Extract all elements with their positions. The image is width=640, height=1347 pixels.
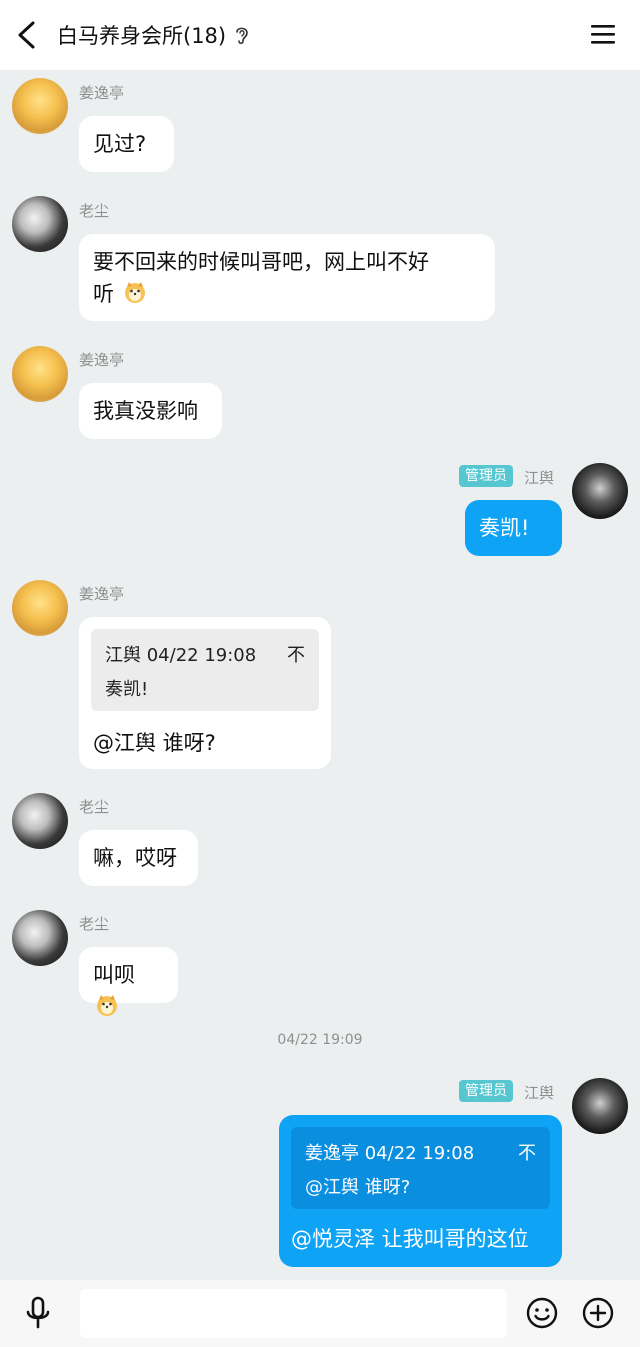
message-bubble[interactable]: 奏凯! [465,500,562,556]
message-text: @江舆 谁呀? [93,731,216,755]
chat-header: 白马养身会所(18) [0,0,640,70]
plus-circle-icon[interactable] [582,1297,614,1329]
quote-body: 奏凯! [105,679,149,700]
quote-body: @江舆 谁呀? [305,1177,411,1198]
message-bubble[interactable]: 我真没影响 [79,383,222,439]
avatar[interactable] [12,346,68,402]
message-text-line-2: 听 [93,278,481,310]
message-text: 见过? [93,132,147,156]
avatar[interactable] [12,78,68,134]
message-text-line: 要不回来的时候叫哥吧，网上叫不好 [93,250,429,274]
admin-badge: 管理员 [459,1080,513,1102]
sender-name: 江舆 [524,469,555,487]
sender-name: 姜逸亭 [79,84,125,102]
smile-icon[interactable] [526,1297,558,1329]
quote-header: 姜逸亭 04/22 19:08 [305,1143,475,1164]
message-input[interactable] [80,1289,507,1338]
quoted-message[interactable]: 江舆 04/22 19:08 奏凯! 不 [91,629,319,711]
avatar[interactable] [12,580,68,636]
message-text: 奏凯! [479,516,530,540]
sender-name: 老尘 [79,915,110,933]
sender-name: 江舆 [524,1084,555,1102]
message-text: 嘛，哎呀 [93,846,177,870]
sender-name: 姜逸亭 [79,585,125,603]
message-bubble[interactable]: 嘛，哎呀 [79,830,198,886]
microphone-icon[interactable] [24,1296,52,1330]
chat-title: 白马养身会所(18) [57,24,227,48]
message-bubble[interactable]: 要不回来的时候叫哥吧，网上叫不好 听 [79,234,495,321]
avatar[interactable] [12,910,68,966]
doge-emoji-icon [124,282,145,303]
message-text: 叫呗 [93,963,135,987]
message-list[interactable]: 姜逸亭 见过? 老尘 要不回来的时候叫哥吧，网上叫不好 听 姜逸亭 我真没影响 … [0,70,640,1280]
chevron-left-icon[interactable] [14,20,40,50]
quote-close-button[interactable]: 不 [287,639,305,673]
quote-close-button[interactable]: 不 [518,1137,536,1171]
doge-emoji-icon [97,995,117,1016]
avatar[interactable] [572,1078,628,1134]
quote-header: 江舆 04/22 19:08 [105,645,257,666]
sender-name: 老尘 [79,202,110,220]
admin-badge: 管理员 [459,465,513,487]
ear-icon [236,27,248,45]
message-bubble[interactable]: 叫呗 [79,947,178,1016]
sender-name: 老尘 [79,798,110,816]
avatar[interactable] [12,196,68,252]
avatar[interactable] [572,463,628,519]
message-text: 我真没影响 [93,399,198,423]
message-text: 听 [93,282,114,306]
message-bubble[interactable]: 见过? [79,116,174,172]
timestamp: 04/22 19:09 [277,1032,363,1048]
avatar[interactable] [12,793,68,849]
input-bar [0,1280,640,1347]
message-bubble[interactable]: 姜逸亭 04/22 19:08 @江舆 谁呀? 不 @悦灵泽 让我叫哥的这位 [279,1115,562,1267]
chat-title-area: 白马养身会所(18) [57,20,250,50]
sender-name: 姜逸亭 [79,351,125,369]
hamburger-menu-icon[interactable] [590,22,616,46]
message-bubble[interactable]: 江舆 04/22 19:08 奏凯! 不 @江舆 谁呀? [79,617,331,769]
message-text: @悦灵泽 让我叫哥的这位 [291,1227,529,1251]
quoted-message[interactable]: 姜逸亭 04/22 19:08 @江舆 谁呀? 不 [291,1127,550,1209]
